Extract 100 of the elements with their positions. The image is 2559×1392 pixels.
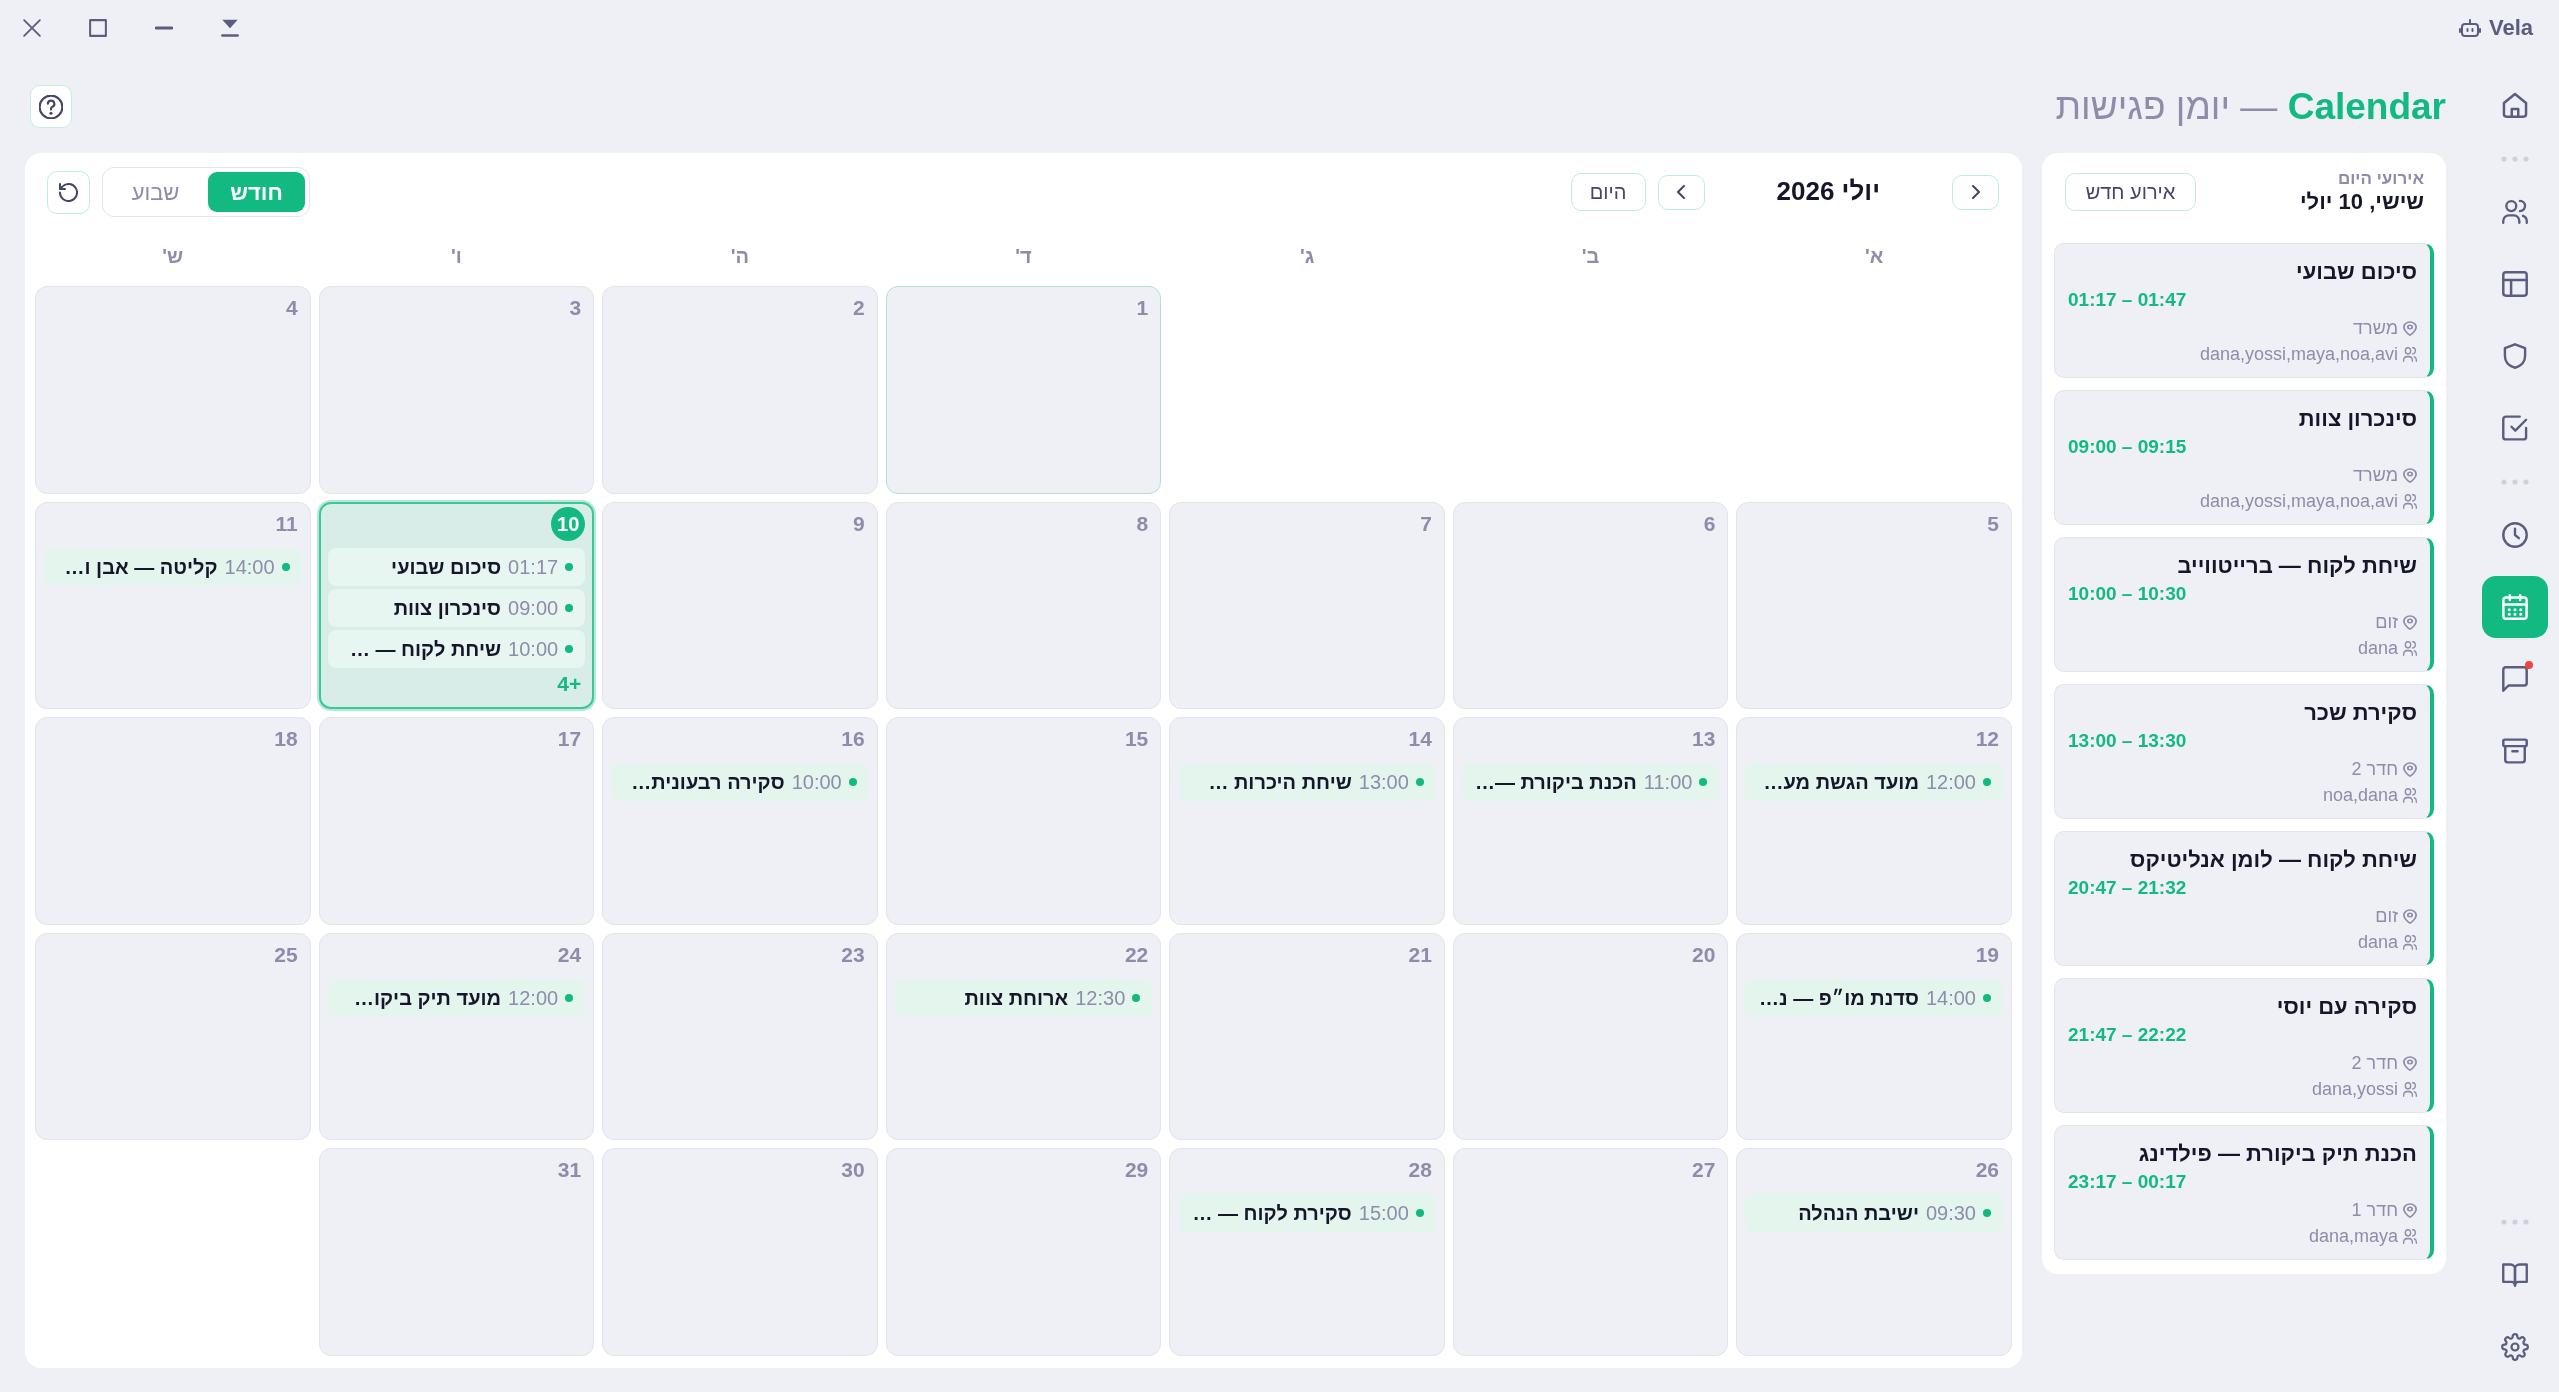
panel-label: אירועי היום	[2337, 169, 2424, 189]
event-title: קליטה — אבן ו…	[64, 554, 218, 580]
dots-icon	[2501, 478, 2529, 485]
day-number: 13	[1692, 726, 1716, 753]
event-time: 12:30	[1075, 985, 1126, 1011]
event-time: 12:00	[1925, 770, 1976, 796]
day-number: 7	[1420, 510, 1432, 537]
event-title: סינכרון צוות	[2297, 405, 2417, 433]
weekday-label: ב'	[1580, 243, 1601, 269]
refresh-button[interactable]	[47, 170, 90, 214]
users-icon	[2403, 934, 2417, 950]
users-icon[interactable]	[2502, 199, 2528, 225]
today-button[interactable]: היום	[1570, 173, 1646, 211]
chat-icon[interactable]	[2502, 666, 2528, 692]
checkbox-icon[interactable]	[2502, 415, 2528, 441]
day-number: 28	[1408, 1157, 1432, 1184]
calendar-icon	[2502, 594, 2528, 620]
day-number: 17	[557, 726, 582, 753]
day-number: 30	[841, 1157, 865, 1184]
event-time: 09:30	[1925, 1201, 1976, 1227]
pin-icon	[2403, 1055, 2417, 1071]
event-time: 10:00	[791, 770, 842, 796]
event-time: 14:00	[1925, 985, 1976, 1011]
event-location: חדר 2	[2351, 1051, 2398, 1075]
home-icon[interactable]	[2502, 92, 2528, 118]
day-number: 2	[853, 295, 865, 321]
event-title: סקירה רבעונית…	[631, 770, 785, 796]
day-number: 16	[841, 726, 865, 753]
nav-button[interactable]	[2482, 576, 2548, 638]
weekday-label: ה'	[729, 243, 751, 269]
event-title: סקירת לקוח — …	[1192, 1201, 1352, 1227]
next-month-button[interactable]	[1657, 174, 1705, 210]
event-title: מועד תיק ביקו…	[354, 985, 502, 1011]
day-number: 25	[274, 941, 298, 968]
event-dot-icon	[1983, 1209, 1991, 1218]
day-number: 5	[1987, 510, 1999, 537]
event-attendees: dana,yossi,maya,noa,avi	[2199, 342, 2398, 366]
event-title: שיחת היכרות …	[1208, 770, 1352, 796]
event-dot-icon	[565, 644, 574, 653]
event-time-range: 10:00 – 10:30	[2068, 582, 2188, 606]
minimize-icon[interactable]	[155, 25, 173, 30]
today-day-number: 10	[551, 506, 586, 541]
event-title: ישיבת הנהלה	[1798, 1201, 1919, 1227]
help-button[interactable]	[30, 85, 72, 128]
day-number: 22	[1124, 941, 1149, 968]
weekday-label: ג'	[1298, 243, 1316, 269]
day-number: 1	[1136, 295, 1149, 321]
previous-month-button[interactable]	[1952, 174, 1999, 210]
day-number: 26	[1975, 1157, 1999, 1184]
archive-icon[interactable]	[2502, 738, 2528, 764]
event-time-range: 09:00 – 09:15	[2068, 435, 2188, 459]
event-dot-icon	[1699, 778, 1708, 787]
users-icon	[2403, 1081, 2417, 1097]
day-number: 14	[1408, 726, 1432, 753]
event-title: ארוחת צוות	[964, 985, 1069, 1011]
users-icon	[2403, 493, 2417, 509]
event-dot-icon	[1983, 778, 1991, 787]
pin-icon	[2403, 614, 2417, 630]
day-number: 11	[275, 510, 298, 537]
day-number: 20	[1692, 941, 1716, 968]
shield-icon[interactable]	[2502, 343, 2528, 369]
pin-icon	[2403, 761, 2417, 777]
event-time: 14:00	[224, 554, 275, 580]
event-title: שיחת לקוח — לומן אנליטיקס	[2129, 846, 2417, 874]
day-number: 6	[1703, 510, 1716, 537]
day-number: 18	[274, 726, 298, 753]
day-number: 23	[841, 941, 865, 968]
event-attendees: noa,dana	[2322, 783, 2398, 807]
day-number: 19	[1975, 941, 1999, 968]
maximize-icon[interactable]	[89, 18, 107, 37]
users-icon	[2403, 640, 2417, 656]
close-icon[interactable]	[23, 18, 41, 37]
event-time: 12:00	[508, 985, 559, 1011]
weekday-label: ד'	[1014, 243, 1033, 269]
day-number: 21	[1408, 941, 1432, 968]
triangle-down-icon[interactable]	[221, 18, 239, 37]
event-time: 15:00	[1358, 1201, 1409, 1227]
table-icon[interactable]	[2502, 271, 2528, 297]
day-number: 29	[1124, 1157, 1149, 1184]
users-icon	[2403, 1228, 2417, 1244]
refresh-icon	[59, 182, 78, 202]
event-attendees: dana	[2357, 636, 2398, 660]
event-location: משרד	[2353, 316, 2398, 340]
book-icon[interactable]	[2502, 1262, 2528, 1288]
event-dot-icon	[1415, 1209, 1424, 1218]
event-location: משרד	[2353, 463, 2398, 487]
panel-date: שישי, 10 יולי	[2299, 189, 2424, 215]
settings-icon[interactable]	[2501, 1333, 2529, 1361]
event-title: סדנת מו״פ — נ…	[1759, 985, 1919, 1011]
event-location: חדר 2	[2351, 757, 2398, 781]
event-title: סיכום שבועי	[391, 554, 502, 580]
event-dot-icon	[1132, 993, 1141, 1002]
users-icon	[2403, 787, 2417, 803]
event-dot-icon	[1415, 778, 1424, 787]
event-time-range: 21:47 – 22:22	[2068, 1023, 2188, 1047]
robot-icon	[2458, 18, 2481, 37]
event-title: מועד הגשת מע…	[1763, 770, 1919, 796]
new-event-button[interactable]: אירוע חדש	[2065, 173, 2196, 211]
clock-icon[interactable]	[2502, 522, 2528, 548]
event-time-range: 23:17 – 00:17	[2068, 1170, 2188, 1194]
